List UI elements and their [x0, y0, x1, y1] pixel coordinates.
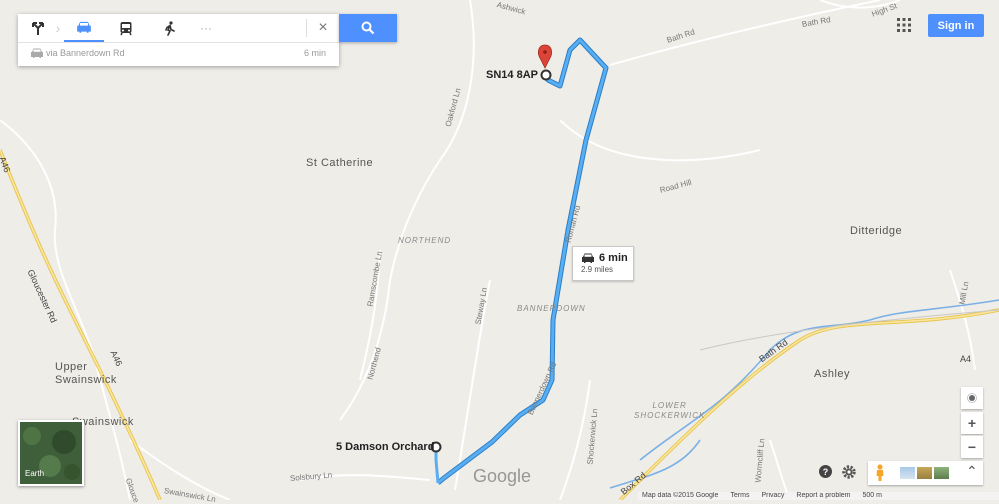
map-data-credit: Map data ©2015 Google	[642, 492, 719, 499]
privacy-link[interactable]: Privacy	[761, 492, 784, 500]
expand-chevron-icon[interactable]: ⌃	[966, 463, 978, 480]
place-lower-shockerwick: LOWER SHOCKERWICK	[634, 401, 706, 420]
route-info-box[interactable]: 6 min 2.9 miles	[572, 246, 634, 281]
my-location-button[interactable]	[961, 387, 983, 409]
layer-thumb-satellite[interactable]	[917, 467, 932, 479]
travel-mode-bar: › ··· ×	[18, 14, 339, 43]
place-northend: NORTHEND	[398, 236, 452, 245]
walking-icon	[165, 20, 175, 36]
plus-icon: +	[967, 415, 977, 431]
minus-icon: −	[967, 439, 977, 455]
destination-label: SN14 8AP	[486, 69, 538, 81]
place-ashley: Ashley	[814, 368, 851, 380]
route-distance: 2.9 miles	[581, 265, 614, 274]
help-icon[interactable]: ?	[819, 465, 832, 478]
apps-grid-icon[interactable]	[896, 17, 912, 33]
map-footer: Map data ©2015 Google Terms Privacy Repo…	[638, 492, 999, 500]
sign-in-button[interactable]: Sign in	[928, 14, 984, 37]
zoom-in-button[interactable]: +	[961, 412, 983, 434]
transit-icon	[120, 21, 132, 35]
more-icon[interactable]: ···	[192, 14, 220, 42]
earth-view-toggle[interactable]: Earth	[18, 420, 84, 486]
route-summary-time: 6 min	[303, 48, 326, 58]
layer-thumb-photo[interactable]	[934, 467, 949, 479]
zoom-out-button[interactable]: −	[961, 435, 983, 458]
origin-label: 5 Damson Orchard	[336, 441, 435, 453]
terms-link[interactable]: Terms	[730, 492, 749, 500]
divider	[306, 19, 307, 37]
directions-mode[interactable]	[26, 14, 50, 42]
gear-icon[interactable]	[841, 464, 857, 480]
place-upper-swainswick: Upper Swainswick	[55, 361, 117, 386]
scale-bar[interactable]: 500 m	[863, 492, 882, 500]
search-icon	[361, 21, 375, 35]
walking-mode[interactable]	[156, 14, 184, 42]
car-icon	[77, 21, 91, 33]
layers-tray: ⌃	[868, 461, 983, 485]
search-button[interactable]	[339, 14, 397, 42]
pegman-icon[interactable]	[875, 464, 885, 482]
driving-mode[interactable]	[64, 14, 104, 42]
route-summary[interactable]: via Bannerdown Rd 6 min	[18, 43, 339, 65]
chevron-right-icon: ›	[55, 20, 61, 36]
location-icon	[967, 393, 977, 403]
close-icon[interactable]: ×	[312, 14, 334, 42]
car-icon	[582, 253, 594, 263]
road-label-a4: A4	[960, 354, 972, 364]
transit-mode[interactable]	[112, 14, 140, 42]
car-icon	[31, 48, 43, 58]
google-logo: Google	[473, 466, 532, 486]
place-bannerdown: BANNERDOWN	[517, 304, 586, 313]
directions-panel: › ··· × via Bannerdown Rd 6 min	[18, 14, 339, 66]
earth-label: Earth	[25, 469, 45, 478]
place-ditteridge: Ditteridge	[850, 225, 903, 237]
layer-thumb-terrain[interactable]	[900, 467, 915, 479]
report-problem-link[interactable]: Report a problem	[796, 492, 850, 500]
place-st-catherine: St Catherine	[306, 157, 374, 169]
route-time: 6 min	[599, 252, 628, 264]
directions-icon	[32, 22, 44, 35]
destination-dot[interactable]	[540, 69, 552, 81]
route-via: via Bannerdown Rd	[46, 48, 125, 58]
